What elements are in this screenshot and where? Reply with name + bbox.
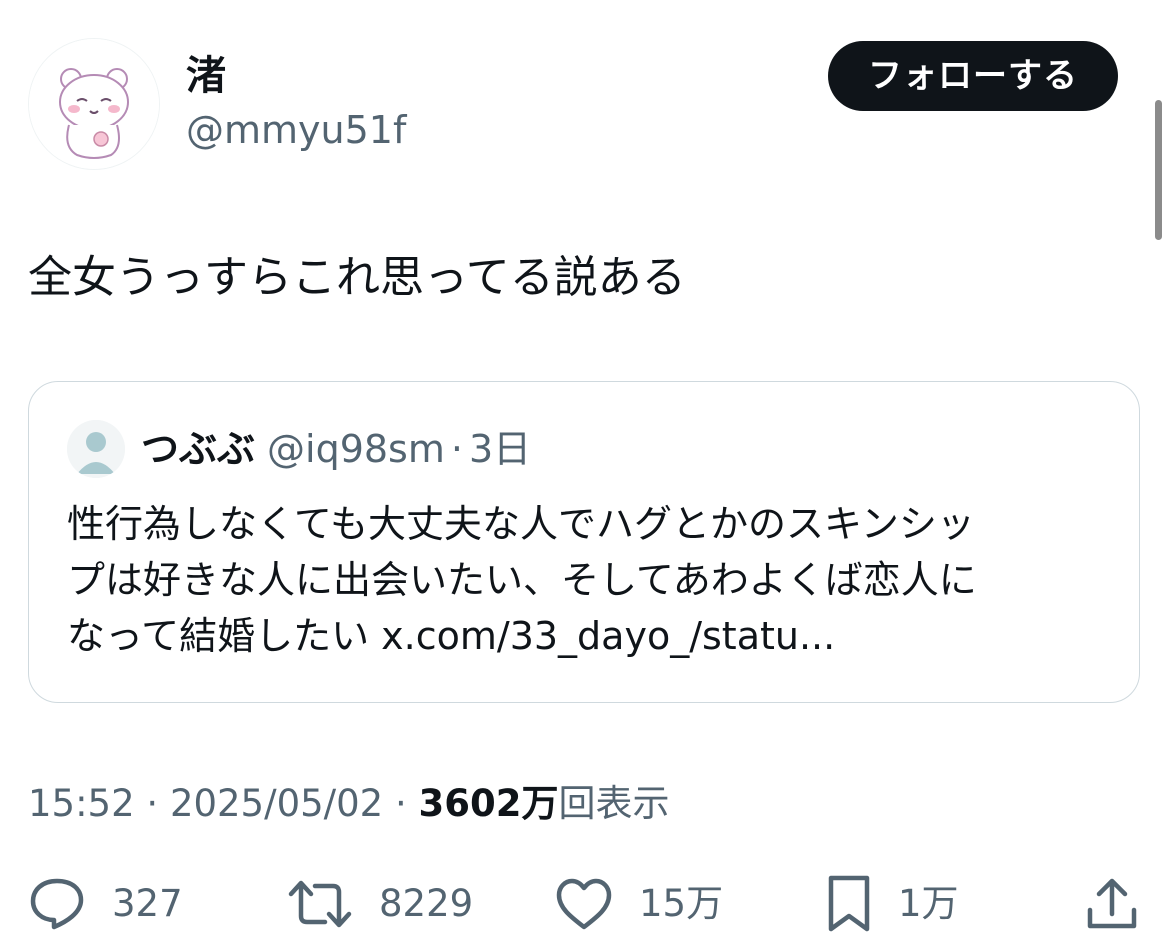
quoted-author-name: つぶぶ	[141, 427, 256, 471]
tweet-time[interactable]: 15:52	[28, 782, 135, 825]
bookmark-icon	[826, 874, 872, 934]
quoted-author-handle: @iq98sm	[267, 427, 445, 471]
heart-icon	[555, 877, 613, 931]
share-button[interactable]	[1085, 874, 1139, 934]
views-label: 回表示	[558, 782, 670, 825]
quoted-text-line: なって結婚したい x.com/33_dayo_/statu...	[67, 614, 836, 658]
meta-separator: ·	[394, 782, 407, 825]
quoted-text-line: 性行為しなくても大丈夫な人でハグとかのスキンシッ	[67, 502, 975, 546]
bookmark-count: 1万	[898, 882, 959, 925]
tweet-date[interactable]: 2025/05/02	[170, 782, 383, 825]
bookmark-button[interactable]: 1万	[826, 874, 959, 934]
quoted-text-line: プは好きな人に出会いたい、そしてあわよくば恋人に	[67, 558, 977, 602]
repost-icon	[287, 876, 353, 932]
quoted-tweet-card[interactable]: つぶぶ @iq98sm · 3日 性行為しなくても大丈夫な人でハグとかのスキンシッ プ…	[28, 381, 1140, 703]
author-handle[interactable]: @mmyu51f	[186, 106, 406, 154]
like-button[interactable]: 15万	[555, 874, 723, 934]
default-avatar-icon	[67, 420, 125, 478]
tweet-text: 全女うっすらこれ思ってる説ある	[28, 252, 686, 303]
quoted-author-avatar	[67, 420, 125, 478]
quoted-timestamp: 3日	[468, 427, 532, 471]
share-icon	[1085, 876, 1139, 932]
follow-button[interactable]: フォローする	[828, 41, 1118, 111]
author-avatar[interactable]	[28, 38, 160, 170]
tweet-meta: 15:52 · 2025/05/02 · 3602万回表示	[28, 780, 669, 828]
views-count[interactable]: 3602万	[419, 782, 559, 825]
reply-icon	[28, 876, 86, 932]
reply-button[interactable]: 327	[28, 874, 183, 934]
bear-avatar-image	[29, 39, 159, 169]
like-count: 15万	[639, 882, 724, 925]
repost-button[interactable]: 8229	[287, 874, 473, 934]
meta-separator: ·	[146, 782, 159, 825]
quoted-tweet-text: 性行為しなくても大丈夫な人でハグとかのスキンシッ プは好きな人に出会いたい、そし…	[67, 496, 1107, 664]
scrollbar[interactable]	[1155, 100, 1162, 240]
reply-count: 327	[112, 882, 183, 925]
author-display-name[interactable]: 渚	[186, 52, 226, 100]
repost-count: 8229	[379, 882, 474, 925]
quoted-tweet-header: つぶぶ @iq98sm · 3日	[141, 424, 531, 474]
quoted-separator: ·	[450, 427, 463, 471]
